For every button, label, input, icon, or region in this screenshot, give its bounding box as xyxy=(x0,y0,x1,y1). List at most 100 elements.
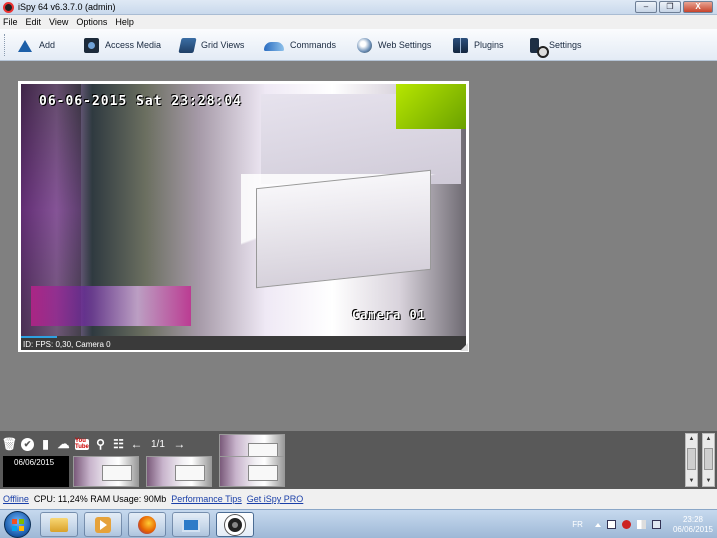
scroll-down-icon[interactable]: ▼ xyxy=(686,476,697,486)
cloud-upload-icon[interactable]: ☁ xyxy=(57,437,70,451)
thumbnail-3[interactable] xyxy=(219,456,285,487)
scroll-up-icon[interactable]: ▲ xyxy=(686,434,697,444)
arrow-left-icon[interactable]: ← xyxy=(130,437,143,451)
camera-osd-datetime: 06-06-2015 Sat 23:28:04 xyxy=(39,94,243,109)
magnifier-icon[interactable]: ⚲ xyxy=(94,437,107,451)
ispy-icon xyxy=(225,514,245,535)
plugins-icon xyxy=(453,37,468,53)
settings-button[interactable]: Settings xyxy=(530,35,582,58)
show-hidden-icons-icon[interactable] xyxy=(594,522,601,527)
clock[interactable]: 23:28 06/06/2015 xyxy=(673,515,713,535)
display-tray-icon[interactable] xyxy=(651,520,661,529)
camera-osd-label: Camera 01 xyxy=(351,308,426,322)
cpu-ram-usage: CPU: 11,24% RAM Usage: 90Mb xyxy=(33,494,167,504)
access-media-label: Access Media xyxy=(105,40,162,50)
language-indicator[interactable]: FR xyxy=(572,520,583,529)
offline-link[interactable]: Offline xyxy=(3,494,29,504)
taskbar-remote-desktop[interactable] xyxy=(172,512,210,537)
performance-tips-link[interactable]: Performance Tips xyxy=(171,494,242,504)
date-selector[interactable]: 06/06/2015 xyxy=(3,456,69,487)
ispy-app-icon[interactable] xyxy=(3,2,14,13)
firefox-icon xyxy=(138,515,156,534)
grid-icon xyxy=(178,37,197,53)
grid-views-label: Grid Views xyxy=(201,40,245,50)
access-media-button[interactable]: Access Media xyxy=(84,35,161,55)
thumbnail-1[interactable] xyxy=(73,456,139,487)
menu-help[interactable]: Help xyxy=(115,17,134,27)
window-controls: – ❐ X xyxy=(635,1,713,13)
menu-file[interactable]: File xyxy=(3,17,18,27)
menu-view[interactable]: View xyxy=(49,17,68,27)
clock-time: 23:28 xyxy=(682,514,703,524)
taskbar: FR 23:28 06/06/2015 xyxy=(0,509,717,538)
menu-options[interactable]: Options xyxy=(76,17,107,27)
scroll-thumb[interactable] xyxy=(687,448,696,470)
plugins-label: Plugins xyxy=(474,40,504,50)
feed-magenta-area xyxy=(31,286,191,326)
camera-status-bar: ID: FPS: 0,30, Camera 0 xyxy=(21,336,466,350)
add-button[interactable]: Add xyxy=(18,35,55,55)
strip-toolbar: 🗑 ✔ ▮ ☁ You Tube ⚲ ☷ ← 1/1 → xyxy=(2,435,186,453)
trash-icon[interactable]: 🗑 xyxy=(2,437,17,451)
thumbnail-current[interactable] xyxy=(219,434,285,459)
strip-scrollbar-left[interactable]: ▲ ▼ xyxy=(685,433,698,487)
remote-desktop-icon xyxy=(182,517,200,532)
book-icon[interactable]: ▮ xyxy=(39,437,52,451)
taskbar-explorer[interactable] xyxy=(40,512,78,537)
start-button[interactable] xyxy=(4,511,31,538)
feed-box xyxy=(256,169,431,289)
commands-icon xyxy=(264,42,284,51)
settings-label: Settings xyxy=(549,40,582,50)
camera-feed-image[interactable]: 06-06-2015 Sat 23:28:04 Camera 01 xyxy=(21,84,466,336)
scroll-down-icon[interactable]: ▼ xyxy=(703,476,714,486)
media-icon xyxy=(84,37,99,53)
feed-green-object xyxy=(396,84,466,129)
scroll-up-icon[interactable]: ▲ xyxy=(703,434,714,444)
network-tray-icon[interactable] xyxy=(606,520,616,529)
camera-resize-handle[interactable] xyxy=(460,343,468,351)
window-title: iSpy 64 v6.3.7.0 (admin) xyxy=(18,2,116,12)
menu-edit[interactable]: Edit xyxy=(26,17,42,27)
scroll-thumb[interactable] xyxy=(704,448,713,470)
add-icon xyxy=(18,38,33,53)
media-strip: 🗑 ✔ ▮ ☁ You Tube ⚲ ☷ ← 1/1 → 06/06/2015 … xyxy=(0,431,717,489)
minimize-button[interactable]: – xyxy=(635,1,657,13)
camera-window[interactable]: 06-06-2015 Sat 23:28:04 Camera 01 ID: FP… xyxy=(18,81,469,352)
check-icon[interactable]: ✔ xyxy=(21,437,34,451)
page-indicator: 1/1 xyxy=(151,438,165,450)
taskbar-media-player[interactable] xyxy=(84,512,122,537)
taskbar-ispy[interactable] xyxy=(216,512,254,537)
selected-date: 06/06/2015 xyxy=(14,458,55,467)
volume-error-icon[interactable] xyxy=(621,520,631,529)
grid-views-button[interactable]: Grid Views xyxy=(178,35,245,55)
camera-status-text: ID: FPS: 0,30, Camera 0 xyxy=(23,340,111,349)
web-settings-label: Web Settings xyxy=(378,40,432,50)
media-player-icon xyxy=(95,516,111,533)
close-button[interactable]: X xyxy=(683,1,713,13)
network-icon[interactable]: ☷ xyxy=(112,437,125,451)
commands-button[interactable]: Commands xyxy=(264,35,336,55)
plugins-button[interactable]: Plugins xyxy=(453,35,504,55)
thumbnail-2[interactable] xyxy=(146,456,212,487)
web-icon xyxy=(357,37,372,53)
main-toolbar: Add Access Media Grid Views Commands Web… xyxy=(0,29,717,61)
status-bar: Offline CPU: 11,24% RAM Usage: 90Mb Perf… xyxy=(0,489,717,509)
strip-scrollbar-right[interactable]: ▲ ▼ xyxy=(702,433,715,487)
toolbar-grip[interactable] xyxy=(4,34,7,56)
add-label: Add xyxy=(39,40,56,50)
arrow-right-icon[interactable]: → xyxy=(173,437,186,451)
get-pro-link[interactable]: Get iSpy PRO xyxy=(247,494,304,504)
commands-label: Commands xyxy=(290,40,337,50)
action-center-flag-icon[interactable] xyxy=(636,520,646,529)
title-bar: iSpy 64 v6.3.7.0 (admin) – ❐ X xyxy=(0,0,717,15)
web-settings-button[interactable]: Web Settings xyxy=(357,35,431,55)
folder-icon xyxy=(50,517,68,532)
camera-workspace[interactable]: 06-06-2015 Sat 23:28:04 Camera 01 ID: FP… xyxy=(0,62,717,431)
maximize-button[interactable]: ❐ xyxy=(659,1,681,13)
system-tray: FR 23:28 06/06/2015 xyxy=(572,510,713,538)
youtube-icon[interactable]: You Tube xyxy=(75,438,89,450)
menu-bar: File Edit View Options Help xyxy=(0,15,717,29)
taskbar-firefox[interactable] xyxy=(128,512,166,537)
settings-icon xyxy=(530,37,549,58)
clock-date: 06/06/2015 xyxy=(672,524,713,534)
